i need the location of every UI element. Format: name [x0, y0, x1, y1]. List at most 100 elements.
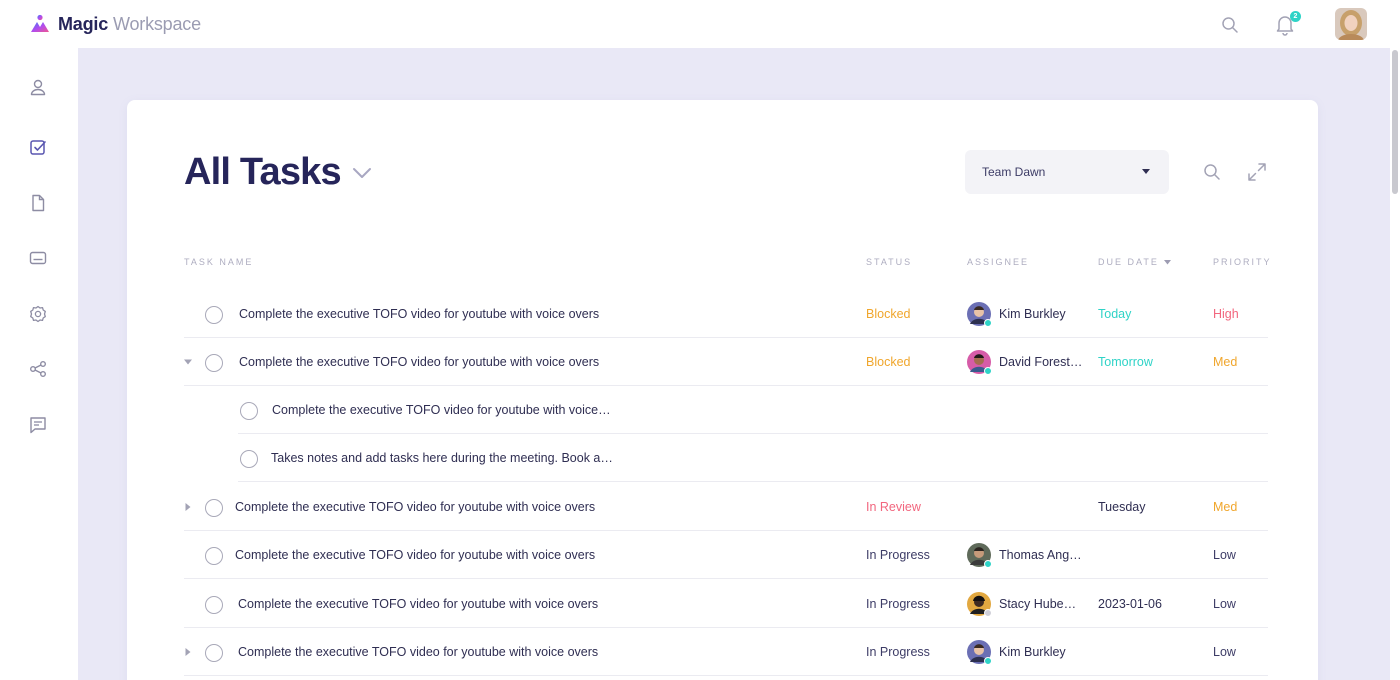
assignee: David Forest… — [967, 350, 1083, 375]
task-name: Complete the executive TOFO video for yo… — [235, 548, 596, 562]
sidebar — [0, 48, 78, 680]
online-indicator — [984, 560, 992, 568]
row-divider — [184, 578, 1268, 579]
chat-icon[interactable] — [29, 416, 47, 434]
priority: Med — [1213, 500, 1238, 514]
due-date: 2023-01-06 — [1098, 597, 1162, 611]
task-checkbox[interactable] — [205, 644, 223, 662]
task-check-icon[interactable] — [29, 138, 47, 156]
chevron-down-icon[interactable] — [352, 166, 372, 180]
priority: Low — [1213, 597, 1236, 611]
logo-mark-icon — [31, 14, 49, 32]
vertical-scrollbar[interactable] — [1390, 48, 1400, 680]
assignee: Kim Burkley — [967, 302, 1066, 327]
status-badge: In Progress — [866, 597, 930, 611]
priority: Med — [1213, 355, 1238, 369]
expand-icon[interactable] — [1247, 162, 1267, 182]
priority: Low — [1213, 548, 1236, 562]
search-icon[interactable] — [1221, 16, 1239, 34]
tasks-card: All Tasks Team Dawn TASK NAME STATUS ASS… — [127, 100, 1318, 680]
assignee-name: Thomas Ang… — [999, 548, 1082, 562]
share-icon[interactable] — [29, 360, 47, 378]
offline-indicator — [984, 609, 992, 617]
team-select-value: Team Dawn — [982, 165, 1046, 179]
card-icon[interactable] — [29, 249, 47, 267]
task-checkbox[interactable] — [205, 596, 223, 614]
settings-gear-icon[interactable] — [29, 305, 47, 323]
assignee-name: Kim Burkley — [999, 307, 1066, 321]
sort-caret-icon[interactable] — [1164, 260, 1171, 265]
task-checkbox[interactable] — [205, 547, 223, 565]
column-header-priority: PRIORITY — [1213, 257, 1272, 267]
row-divider — [184, 675, 1268, 676]
row-divider — [238, 481, 1268, 482]
column-header-assignee: ASSIGNEE — [967, 257, 1030, 267]
status-badge: Blocked — [866, 355, 911, 369]
top-bar: Magic Workspace 2 — [0, 0, 1400, 48]
status-badge: In Review — [866, 500, 921, 514]
task-name: Complete the executive TOFO video for yo… — [239, 355, 600, 369]
scrollbar-thumb[interactable] — [1392, 50, 1398, 194]
table-row[interactable]: Complete the executive TOFO video for yo… — [184, 531, 1268, 579]
table-row[interactable]: Complete the executive TOFO video for yo… — [184, 628, 1268, 676]
priority: High — [1213, 307, 1239, 321]
assignee: Thomas Ang… — [967, 543, 1082, 568]
task-name: Complete the executive TOFO video for yo… — [238, 597, 599, 611]
caret-down-icon — [1142, 169, 1150, 174]
user-avatar[interactable] — [1335, 8, 1367, 40]
notification-badge: 2 — [1290, 11, 1301, 22]
priority: Low — [1213, 645, 1236, 659]
subtask-row[interactable]: Takes notes and add tasks here during th… — [184, 434, 1268, 482]
task-checkbox[interactable] — [205, 354, 223, 372]
avatar — [967, 302, 992, 327]
assignee: Stacy Hube… — [967, 592, 1077, 617]
avatar — [967, 640, 992, 665]
task-checkbox[interactable] — [240, 450, 258, 468]
assignee: Kim Burkley — [967, 640, 1066, 665]
avatar — [967, 592, 992, 617]
task-name: Complete the executive TOFO video for yo… — [239, 307, 600, 321]
avatar — [967, 350, 992, 375]
online-indicator — [984, 367, 992, 375]
table-row[interactable]: Complete the executive TOFO video for yo… — [184, 580, 1268, 628]
subtask-row[interactable]: Complete the executive TOFO video for yo… — [184, 386, 1268, 434]
avatar-image — [1335, 8, 1367, 40]
task-checkbox[interactable] — [240, 402, 258, 420]
user-icon[interactable] — [29, 78, 47, 96]
app-logo[interactable]: Magic Workspace — [30, 13, 201, 35]
online-indicator — [984, 319, 992, 327]
table-row[interactable]: Complete the executive TOFO video for yo… — [184, 290, 1268, 338]
expand-arrow-icon[interactable] — [184, 648, 192, 656]
document-icon[interactable] — [29, 194, 47, 212]
table-row[interactable]: Complete the executive TOFO video for yo… — [184, 338, 1268, 386]
column-header-due-date[interactable]: DUE DATE — [1098, 257, 1159, 267]
due-date: Tuesday — [1098, 500, 1146, 514]
app-brand: Magic Workspace — [58, 13, 201, 35]
due-date: Tomorrow — [1098, 355, 1153, 369]
avatar — [967, 543, 992, 568]
status-badge: In Progress — [866, 645, 930, 659]
status-badge: Blocked — [866, 307, 911, 321]
table-row[interactable]: Complete the executive TOFO video for yo… — [184, 483, 1268, 531]
task-checkbox[interactable] — [205, 306, 223, 324]
due-date: Today — [1098, 307, 1132, 321]
task-name: Complete the executive TOFO video for yo… — [238, 645, 599, 659]
search-icon[interactable] — [1203, 163, 1221, 181]
collapse-arrow-icon[interactable] — [184, 358, 192, 366]
expand-arrow-icon[interactable] — [184, 503, 192, 511]
assignee-name: David Forest… — [999, 355, 1083, 369]
status-badge: In Progress — [866, 548, 930, 562]
online-indicator — [984, 657, 992, 665]
task-checkbox[interactable] — [205, 499, 223, 517]
page-title: All Tasks — [184, 151, 342, 193]
assignee-name: Stacy Hube… — [999, 597, 1077, 611]
column-header-status: STATUS — [866, 257, 913, 267]
task-name: Complete the executive TOFO video for yo… — [272, 403, 611, 417]
brand-suffix: Workspace — [113, 14, 201, 34]
assignee-name: Kim Burkley — [999, 645, 1066, 659]
brand-name: Magic — [58, 14, 109, 34]
team-select[interactable]: Team Dawn — [965, 150, 1169, 194]
task-name: Takes notes and add tasks here during th… — [271, 451, 613, 465]
column-header-task-name: TASK NAME — [184, 257, 254, 267]
task-name: Complete the executive TOFO video for yo… — [235, 500, 596, 514]
